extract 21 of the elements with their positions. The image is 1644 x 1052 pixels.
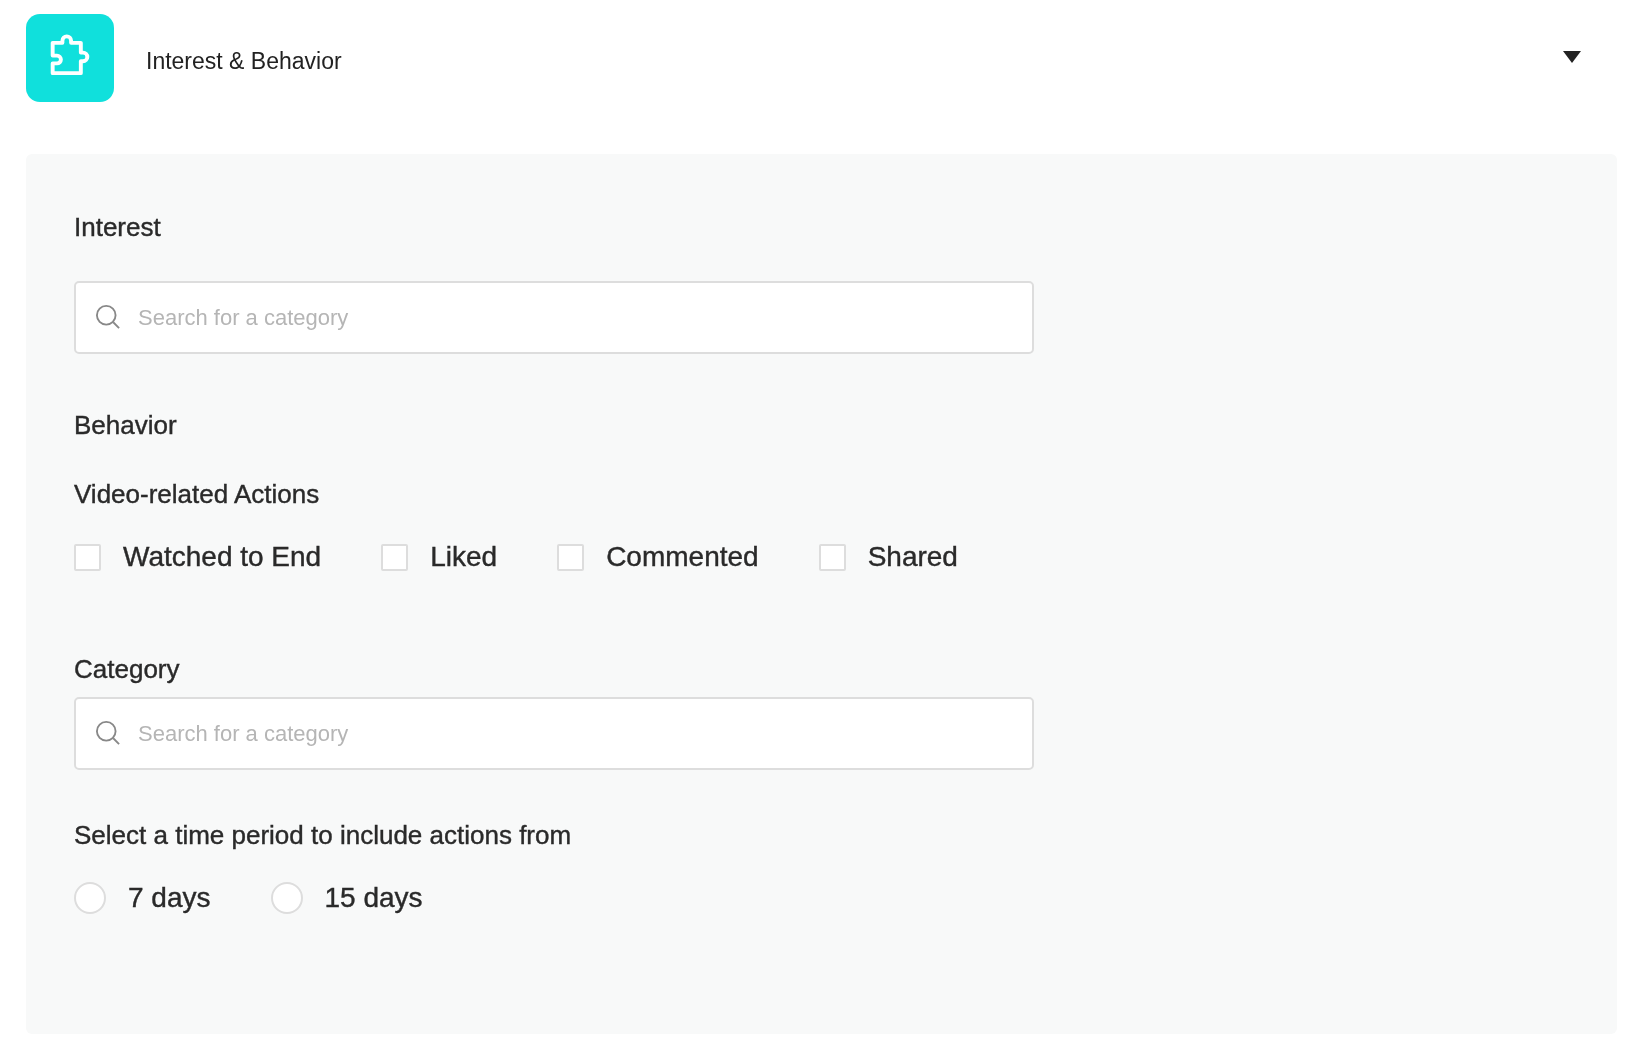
radio-label: 7 days — [128, 881, 211, 915]
section-label: Category — [74, 653, 181, 686]
subsection-label: Video-related Actions — [74, 478, 321, 511]
checkbox[interactable] — [74, 543, 101, 571]
checkbox[interactable] — [381, 543, 409, 571]
checkbox-label: Shared — [867, 540, 958, 574]
radio-button[interactable] — [74, 882, 106, 914]
collapse-toggle[interactable] — [1562, 50, 1582, 64]
checkbox-label: Commented — [606, 540, 759, 574]
section-label: Select a time period to include actions from — [74, 819, 573, 852]
search-field[interactable]: Search for a category — [74, 281, 1034, 354]
radio-label: 15 days — [324, 881, 423, 915]
checkbox-label: Watched to End — [123, 540, 322, 574]
checkbox[interactable] — [818, 543, 846, 571]
section-label: Interest — [74, 211, 162, 244]
search-field[interactable]: Search for a category — [74, 697, 1034, 770]
radio-button[interactable] — [270, 882, 303, 914]
section-label: Behavior — [74, 409, 178, 442]
checkbox-label: Liked — [430, 540, 498, 574]
checkbox[interactable] — [557, 543, 585, 571]
section-title: Interest & Behavior — [146, 47, 342, 76]
